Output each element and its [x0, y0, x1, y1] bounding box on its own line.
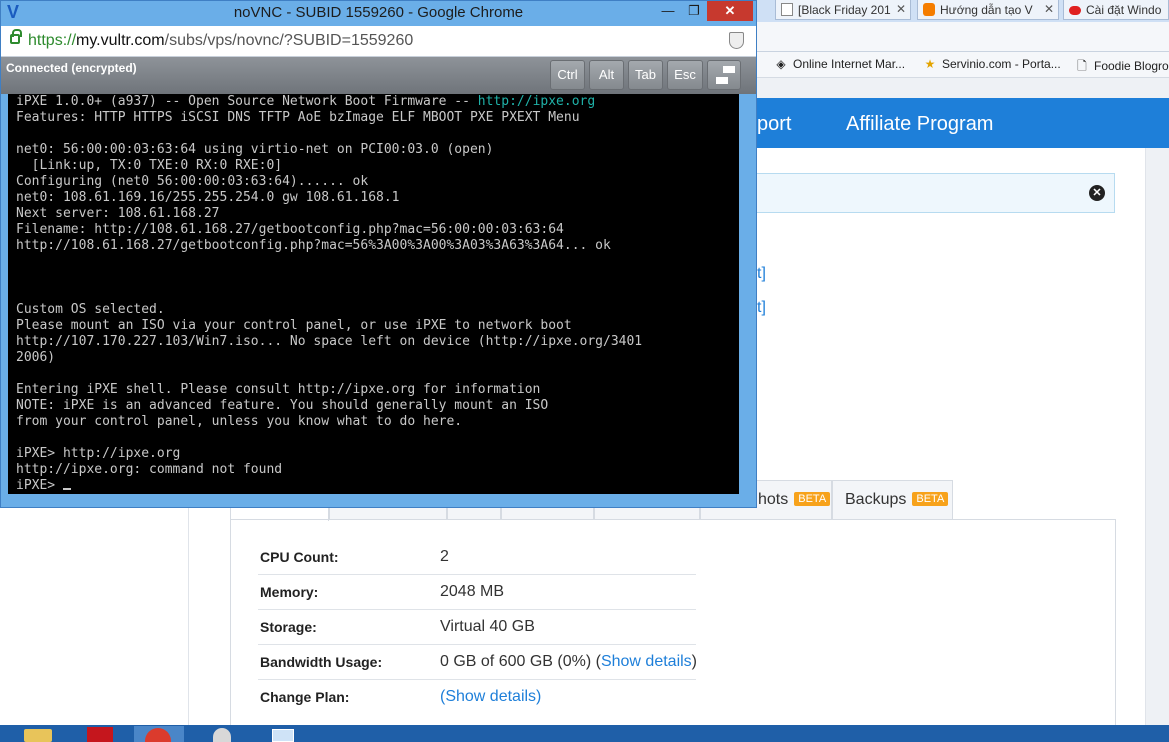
link-fragment[interactable]: t]: [757, 299, 766, 317]
terminal-line: Next server: 108.61.168.27: [16, 206, 220, 221]
shield-icon[interactable]: [729, 32, 744, 49]
terminal-line: 2006): [16, 350, 56, 365]
spec-row-storage: Storage: Virtual 40 GB: [258, 610, 696, 645]
terminal-line: NOTE: iPXE is an advanced feature. You s…: [16, 398, 549, 413]
spec-value: (Show details): [440, 688, 542, 705]
tab-label: Cài đặt Windo: [1086, 3, 1162, 17]
maximize-button[interactable]: ❐: [681, 1, 707, 21]
tab-key-button[interactable]: Tab: [628, 60, 663, 90]
bookmark-servinio[interactable]: ★ Servinio.com - Porta...: [923, 57, 1061, 71]
url-text[interactable]: https://my.vultr.com/subs/vps/novnc/?SUB…: [28, 32, 413, 50]
tab-label: Backups: [845, 491, 907, 508]
spec-label: Change Plan:: [260, 689, 350, 705]
background-toolbar: [757, 22, 1169, 52]
background-tab-black-friday[interactable]: [Black Friday 201 ✕: [775, 0, 911, 20]
address-bar[interactable]: https://my.vultr.com/subs/vps/novnc/?SUB…: [1, 26, 756, 57]
bookmark-foodie[interactable]: 🗋 Foodie Blogro: [1075, 57, 1169, 78]
spec-value: 2: [440, 548, 449, 565]
main-navigation: port Affiliate Program: [757, 98, 1169, 148]
window-title-bar[interactable]: V noVNC - SUBID 1559260 - Google Chrome …: [1, 1, 756, 25]
info-alert: [757, 173, 1115, 213]
spec-row-change-plan: Change Plan: (Show details): [258, 680, 696, 715]
beta-badge: BETA: [912, 492, 949, 506]
bookmarks-bar: ◈ Online Internet Mar... ★ Servinio.com - …: [757, 52, 1169, 78]
fullscreen-icon[interactable]: [707, 60, 741, 90]
text-cursor: [62, 488, 71, 490]
terminal-line: from your control panel, unless you know…: [16, 414, 463, 429]
terminal-line: http://ipxe.org: command not found: [16, 462, 283, 477]
spec-row-memory: Memory: 2048 MB: [258, 575, 696, 610]
lock-icon: [10, 29, 22, 44]
window-right-border: [739, 94, 756, 507]
chrome-icon[interactable]: [134, 726, 184, 742]
star-icon: ★: [924, 57, 936, 71]
terminal-line: Filename: http://108.61.168.27/getbootco…: [16, 222, 564, 237]
terminal-line: Features: HTTP HTTPS iSCSI DNS TFTP AoE …: [16, 110, 580, 125]
show-details-link[interactable]: Show details: [601, 653, 692, 670]
blogger-icon: [923, 3, 935, 16]
background-tab-cai-dat[interactable]: Cài đặt Windo: [1063, 0, 1169, 20]
close-button[interactable]: ✕: [707, 1, 753, 21]
spec-row-bandwidth: Bandwidth Usage: 0 GB of 600 GB (0%) (Sh…: [258, 645, 697, 680]
app-icon[interactable]: [204, 726, 240, 742]
nav-link-affiliate-program[interactable]: Affiliate Program: [846, 113, 993, 136]
file-explorer-icon[interactable]: [20, 726, 56, 742]
beta-badge: BETA: [794, 492, 831, 506]
background-tab-strip: [Black Friday 201 ✕ Hướng dẫn tạo V ✕ Cà…: [757, 0, 1169, 22]
close-icon[interactable]: ✕: [896, 2, 906, 16]
terminal-line: Entering iPXE shell. Please consult http…: [16, 382, 541, 397]
cloud-icon: [1069, 6, 1081, 15]
terminal-line: Configuring (net0 56:00:00:03:63:64)....…: [16, 174, 369, 189]
terminal-line: Please mount an ISO via your control pan…: [16, 318, 572, 333]
bookmark-online-internet[interactable]: ◈ Online Internet Mar...: [774, 57, 905, 71]
filezilla-icon[interactable]: [82, 726, 118, 742]
novnc-popup-window: V noVNC - SUBID 1559260 - Google Chrome …: [0, 0, 757, 508]
alt-key-button[interactable]: Alt: [589, 60, 624, 90]
connection-status: Connected (encrypted): [6, 61, 137, 75]
show-details-link[interactable]: Show details: [445, 688, 536, 705]
close-icon[interactable]: ✕: [1044, 2, 1054, 16]
terminal-prompt[interactable]: iPXE>: [16, 478, 71, 494]
page-icon: 🗋: [1077, 59, 1087, 73]
terminal-line: http://107.170.227.103/Win7.iso... No sp…: [16, 334, 643, 349]
tab-label: hots: [758, 491, 789, 508]
close-icon[interactable]: ✕: [1089, 185, 1105, 201]
nav-link-support[interactable]: port: [757, 113, 791, 136]
tab-backups[interactable]: Backups BETA: [832, 480, 953, 520]
spec-value: 0 GB of 600 GB (0%) (Show details): [440, 653, 697, 670]
vnc-console-screen[interactable]: iPXE 1.0.0+ (a937) -- Open Source Networ…: [8, 94, 739, 494]
windows-taskbar: [0, 725, 1169, 742]
spec-value: Virtual 40 GB: [440, 618, 535, 635]
tab-label: [Black Friday 201: [798, 3, 891, 17]
minimize-button[interactable]: —: [655, 1, 681, 21]
terminal-line: iPXE 1.0.0+ (a937) -- Open Source Networ…: [16, 94, 596, 109]
terminal-line: iPXE> http://ipxe.org: [16, 446, 181, 461]
terminal-line: net0: 56:00:00:03:63:64 using virtio-net…: [16, 142, 494, 157]
window-title: noVNC - SUBID 1559260 - Google Chrome: [233, 4, 524, 21]
novnc-control-bar: Connected (encrypted) Ctrl Alt Tab Esc: [1, 57, 756, 94]
background-tab-huong-dan[interactable]: Hướng dẫn tạo V ✕: [917, 0, 1059, 20]
spec-label: Bandwidth Usage:: [260, 654, 383, 670]
server-specs-table: CPU Count: 2 Memory: 2048 MB Storage: Vi…: [258, 540, 697, 715]
page-icon: [781, 3, 793, 16]
spec-label: Memory:: [260, 584, 319, 600]
ipxe-link: http://ipxe.org: [477, 94, 596, 109]
spec-label: CPU Count:: [260, 549, 339, 565]
terminal-line: net0: 108.61.169.16/255.255.254.0 gw 108…: [16, 190, 400, 205]
spec-row-cpu: CPU Count: 2: [258, 540, 696, 575]
terminal-line: http://108.61.168.27/getbootconfig.php?m…: [16, 238, 611, 253]
esc-key-button[interactable]: Esc: [667, 60, 703, 90]
spec-label: Storage:: [260, 619, 317, 635]
terminal-line: Custom OS selected.: [16, 302, 165, 317]
tab-label: Hướng dẫn tạo V: [940, 3, 1033, 17]
terminal-line: [Link:up, TX:0 TXE:0 RX:0 RXE:0]: [16, 158, 283, 173]
remote-desktop-icon[interactable]: [264, 726, 300, 742]
diamond-icon: ◈: [776, 57, 786, 71]
ctrl-key-button[interactable]: Ctrl: [550, 60, 585, 90]
spec-value: 2048 MB: [440, 583, 505, 600]
link-fragment[interactable]: t]: [757, 265, 766, 283]
